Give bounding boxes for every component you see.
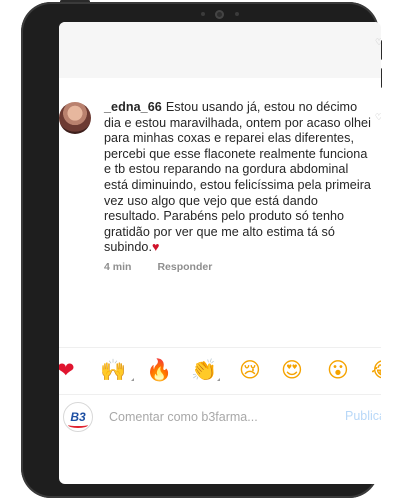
like-heart-icon[interactable]: ♡ [375,112,381,123]
red-heart-icon: ♥ [152,240,160,255]
reply-button[interactable]: Responder [157,261,212,273]
comment-body: _edna_66 Estou usando já, estou no décimo… [104,100,374,256]
comment-username[interactable]: _edna_66 [104,100,162,114]
reaction-emoji-bar: ❤ 🙌 🔥 👏 😢 😍 😮 😂 [59,347,381,395]
skin-tone-indicator [131,378,134,381]
previous-comment-area: ♡ [59,22,381,78]
crying-face-emoji-icon[interactable]: 😢 [239,358,261,382]
tablet-camera [189,8,253,20]
tablet-frame: ♡ _edna_66 Estou usando já, estou no déci… [21,2,381,498]
comment-composer: B3 Publicar [59,400,381,440]
red-heart-emoji-icon[interactable]: ❤ [59,358,75,382]
publish-button[interactable]: Publicar [345,409,381,423]
screen: ♡ _edna_66 Estou usando já, estou no déci… [59,22,381,484]
comment-meta: 4 min Responder [104,261,212,273]
comment-text: Estou usando já, estou no décimo dia e e… [104,100,371,255]
comment-time: 4 min [104,261,132,273]
surprised-face-emoji-icon[interactable]: 😮 [327,358,349,382]
fire-emoji-icon[interactable]: 🔥 [146,358,172,382]
commenter-avatar[interactable] [59,102,91,134]
laughing-face-emoji-icon[interactable]: 😂 [371,358,381,382]
skin-tone-indicator [217,378,220,381]
clapping-hands-emoji-icon[interactable]: 👏 [191,358,217,382]
b3-avatar: B3 [63,402,93,432]
raising-hands-emoji-icon[interactable]: 🙌 [100,358,126,382]
sensor-dot [201,12,205,16]
sensor-dot [235,12,239,16]
like-heart-icon[interactable]: ♡ [375,38,381,47]
comment-input[interactable] [109,408,329,426]
camera-lens-icon [215,10,224,19]
heart-eyes-emoji-icon[interactable]: 😍 [281,358,303,382]
b3-logo-swoosh [68,422,88,428]
